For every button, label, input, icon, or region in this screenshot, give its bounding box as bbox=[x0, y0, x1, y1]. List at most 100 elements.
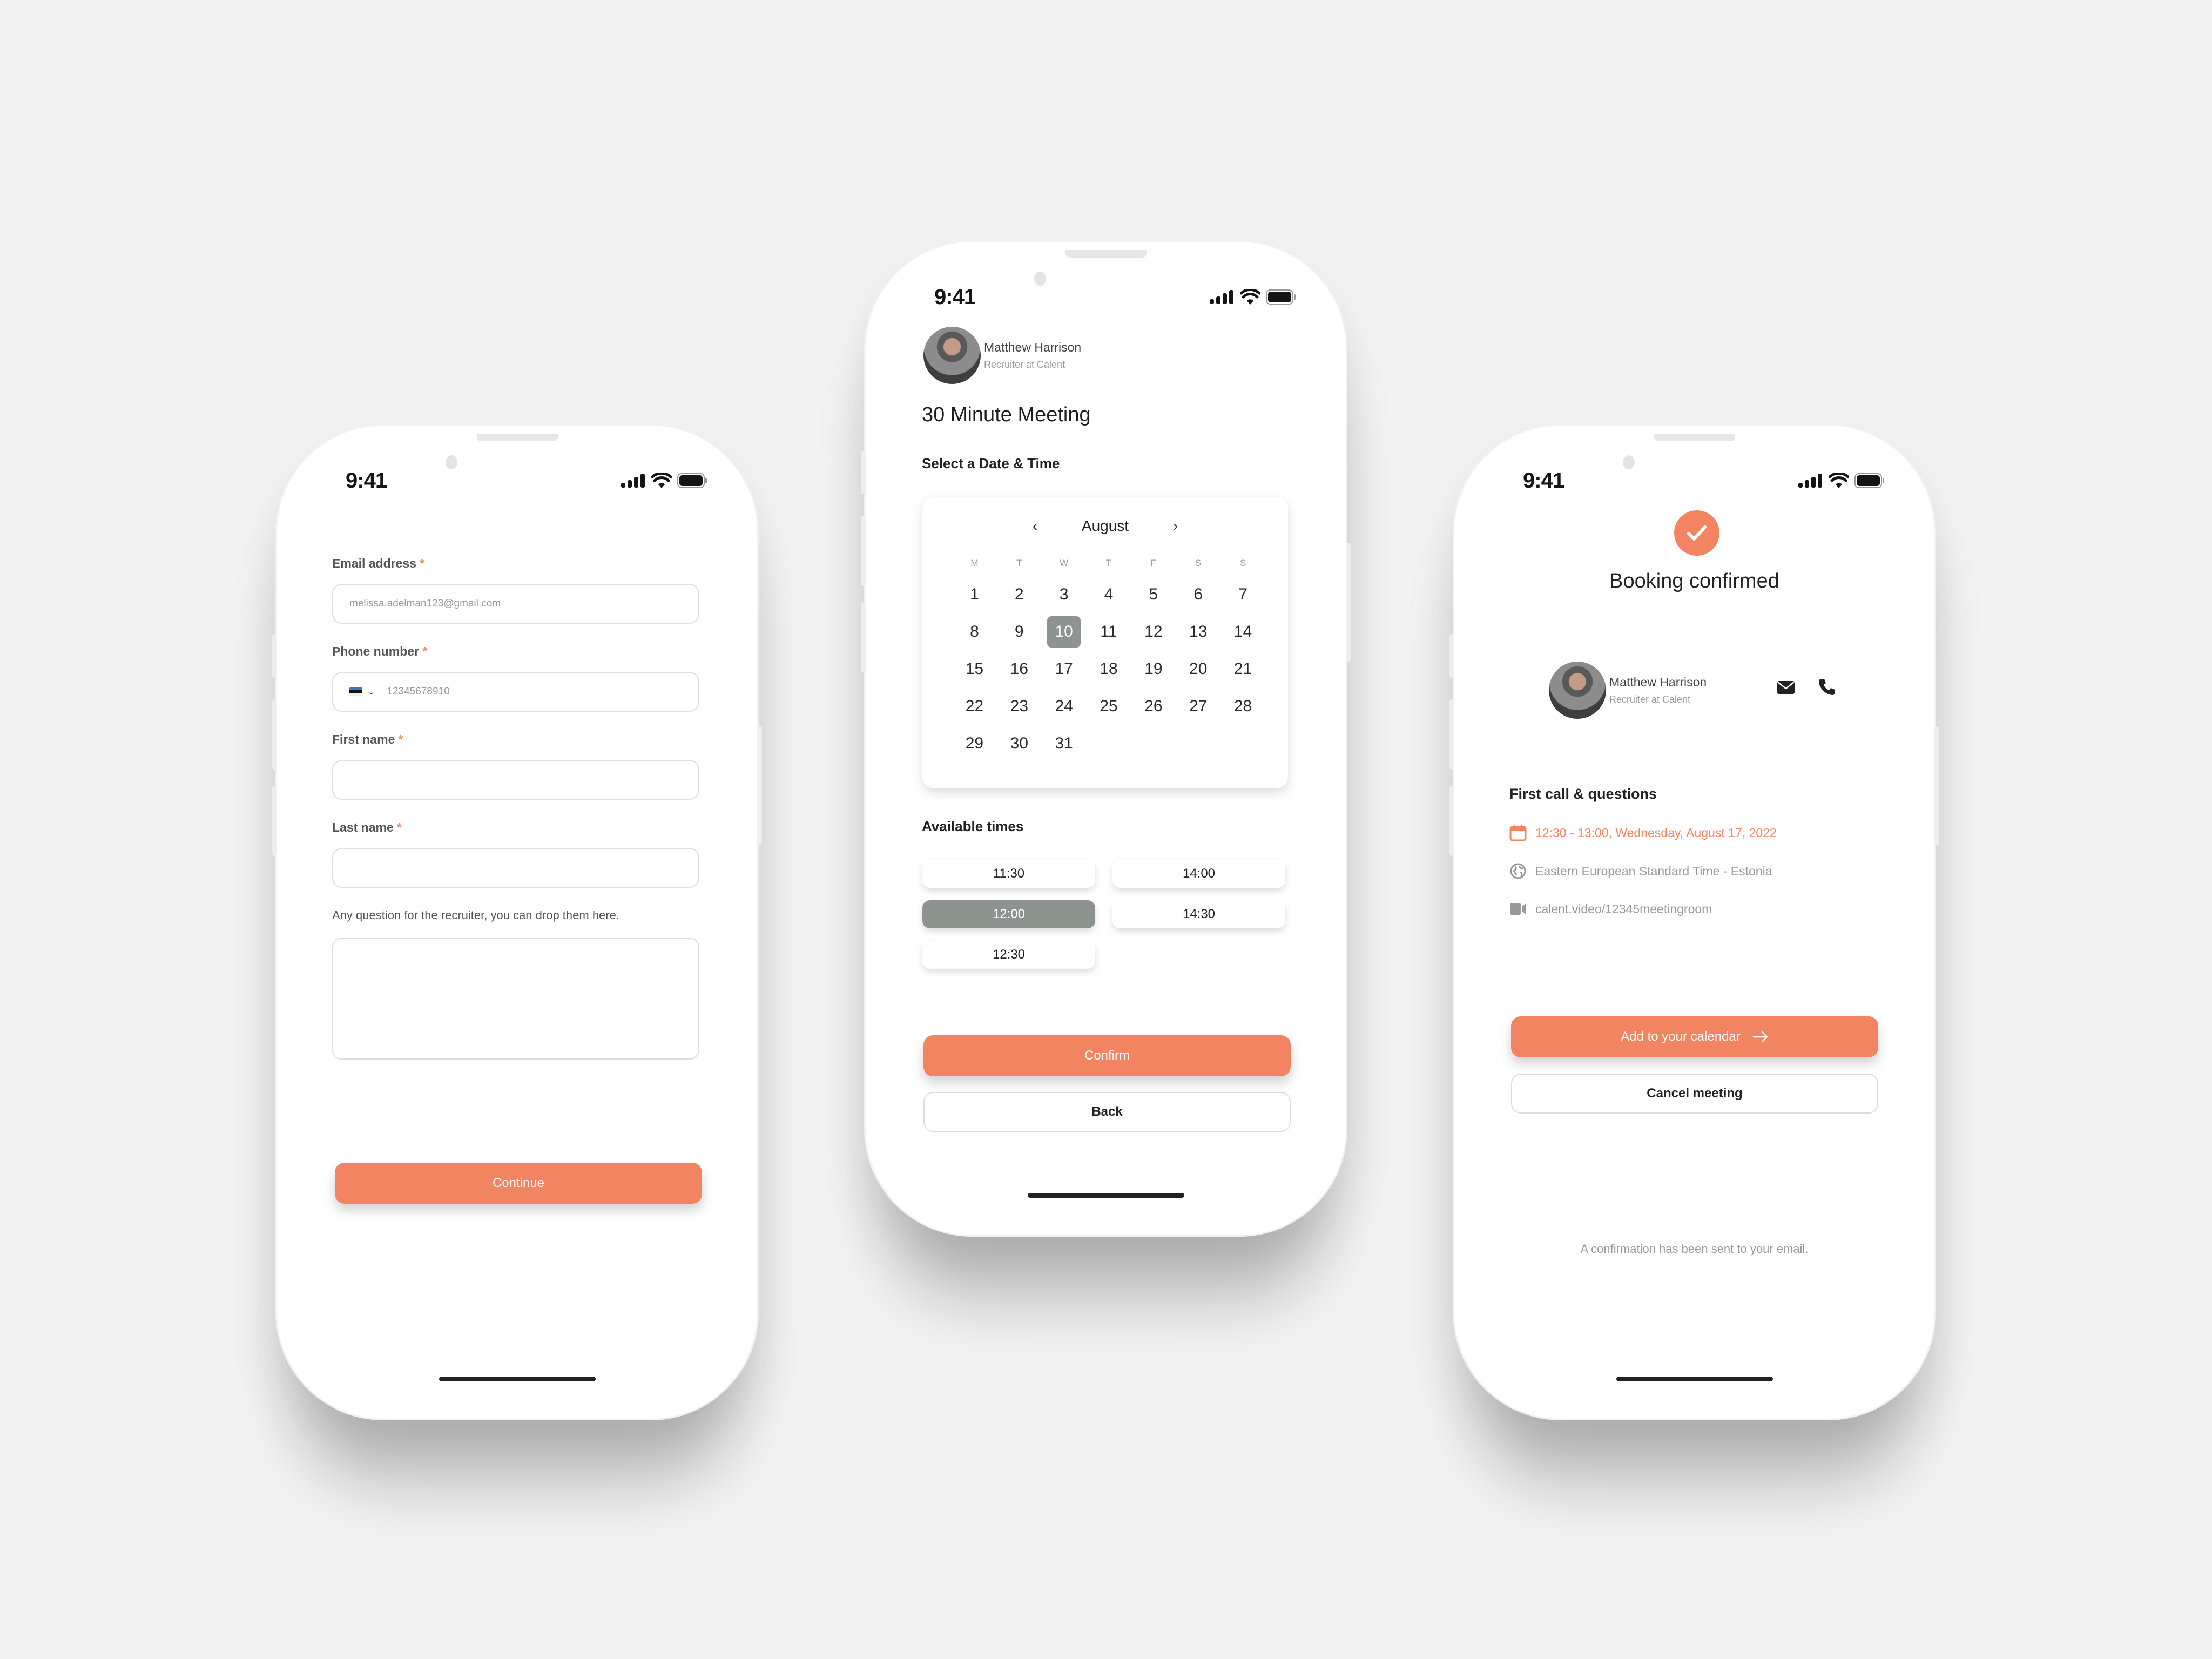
continue-button[interactable]: Continue bbox=[335, 1163, 702, 1204]
time-slot[interactable]: 14:00 bbox=[1112, 860, 1285, 888]
speaker-grille bbox=[1065, 250, 1147, 258]
recruiter-avatar bbox=[1549, 662, 1606, 719]
calendar-day-number: 22 bbox=[965, 697, 984, 715]
home-indicator[interactable] bbox=[1616, 1377, 1773, 1381]
time-slot-list: 11:30 14:00 12:00 14:30 12:30 bbox=[922, 860, 1290, 969]
wifi-icon bbox=[1240, 289, 1260, 305]
speaker-grille bbox=[1654, 434, 1735, 441]
phone-icon[interactable] bbox=[1818, 678, 1836, 696]
calendar-day[interactable]: 9 bbox=[997, 613, 1042, 650]
mute-switch bbox=[861, 451, 865, 494]
event-datetime: 12:30 - 13:00, Wednesday, August 17, 202… bbox=[1535, 825, 1777, 840]
arrow-right-icon bbox=[1752, 1031, 1768, 1043]
calendar-day[interactable]: 19 bbox=[1131, 650, 1176, 687]
calendar-day[interactable]: 2 bbox=[997, 576, 1042, 613]
success-check-icon bbox=[1674, 510, 1719, 556]
calendar-day[interactable]: 12 bbox=[1131, 613, 1176, 650]
calendar-day[interactable]: 20 bbox=[1176, 650, 1220, 687]
phone-input[interactable]: ⌄ 12345678910 bbox=[332, 672, 699, 712]
calendar-day[interactable]: 29 bbox=[952, 725, 997, 762]
time-slot[interactable]: 12:30 bbox=[922, 941, 1095, 969]
phone-placeholder: 12345678910 bbox=[387, 686, 450, 697]
last-name-label: Last name * bbox=[332, 820, 402, 834]
calendar-day-number: 21 bbox=[1233, 659, 1252, 678]
calendar-day-number: 31 bbox=[1055, 734, 1073, 752]
confirm-button[interactable]: Confirm bbox=[923, 1035, 1291, 1076]
calendar-day[interactable]: 31 bbox=[1042, 725, 1087, 762]
status-icons bbox=[1798, 473, 1885, 488]
email-label: Email address * bbox=[332, 556, 424, 570]
time-slot-selected[interactable]: 12:00 bbox=[922, 900, 1095, 928]
calendar-day[interactable]: 11 bbox=[1087, 613, 1131, 650]
calendar-header: ‹ August › bbox=[922, 517, 1288, 535]
calendar-day[interactable]: 30 bbox=[997, 725, 1042, 762]
calendar-day[interactable]: 25 bbox=[1087, 687, 1131, 725]
add-to-calendar-button[interactable]: Add to your calendar bbox=[1511, 1016, 1878, 1057]
calendar-day-number: 13 bbox=[1189, 622, 1208, 640]
signal-icon bbox=[1798, 474, 1822, 488]
calendar-day[interactable]: 1 bbox=[952, 576, 997, 613]
calendar-day[interactable]: 21 bbox=[1220, 650, 1265, 687]
weekday-label: F bbox=[1150, 558, 1157, 568]
status-time: 9:41 bbox=[934, 285, 976, 309]
back-button[interactable]: Back bbox=[923, 1092, 1291, 1132]
time-slot[interactable]: 11:30 bbox=[922, 860, 1095, 888]
contact-actions bbox=[1777, 678, 1836, 696]
calendar-day-number: 15 bbox=[965, 659, 984, 678]
volume-up-button bbox=[1449, 699, 1454, 770]
calendar-day[interactable]: 18 bbox=[1087, 650, 1131, 687]
event-datetime-row: 12:30 - 13:00, Wednesday, August 17, 202… bbox=[1509, 824, 1777, 842]
calendar-day[interactable]: 6 bbox=[1176, 576, 1220, 613]
calendar-day-number: 14 bbox=[1233, 622, 1252, 640]
last-name-input[interactable] bbox=[332, 848, 699, 888]
recruiter-role: Recruiter at Calent bbox=[984, 359, 1065, 370]
calendar-day[interactable]: 26 bbox=[1131, 687, 1176, 725]
calendar-day[interactable]: 13 bbox=[1176, 613, 1220, 650]
calendar-day-number: 2 bbox=[1014, 585, 1024, 603]
calendar-day-number: 30 bbox=[1010, 734, 1028, 752]
wifi-icon bbox=[651, 473, 672, 488]
battery-icon bbox=[677, 473, 707, 488]
calendar-day[interactable]: 7 bbox=[1220, 576, 1265, 613]
home-indicator[interactable] bbox=[1027, 1193, 1184, 1198]
calendar-day[interactable]: 17 bbox=[1042, 650, 1087, 687]
calendar-day[interactable]: 3 bbox=[1042, 576, 1087, 613]
next-month-chevron-icon[interactable]: › bbox=[1165, 517, 1186, 535]
calendar-day[interactable]: 14 bbox=[1220, 613, 1265, 650]
calendar-day[interactable]: 27 bbox=[1176, 687, 1220, 725]
phone-label: Phone number * bbox=[332, 644, 427, 658]
estonia-flag-icon[interactable] bbox=[349, 687, 362, 696]
calendar-day[interactable]: 16 bbox=[997, 650, 1042, 687]
calendar-day[interactable]: 15 bbox=[952, 650, 997, 687]
email-icon[interactable] bbox=[1777, 679, 1795, 694]
question-textarea[interactable] bbox=[332, 938, 699, 1060]
cancel-meeting-button[interactable]: Cancel meeting bbox=[1511, 1074, 1878, 1114]
event-video-link[interactable]: calent.video/12345meetingroom bbox=[1535, 902, 1712, 916]
first-name-label: First name * bbox=[332, 732, 403, 746]
calendar-day[interactable]: 28 bbox=[1220, 687, 1265, 725]
calendar-day[interactable]: 24 bbox=[1042, 687, 1087, 725]
event-timezone-row: Eastern European Standard Time - Estonia bbox=[1509, 862, 1772, 880]
calendar-day[interactable]: 5 bbox=[1131, 576, 1176, 613]
prev-month-chevron-icon[interactable]: ‹ bbox=[1024, 517, 1046, 535]
calendar-day-number: 5 bbox=[1149, 585, 1158, 603]
weekday-label: S bbox=[1195, 558, 1202, 568]
booking-confirmed-title: Booking confirmed bbox=[1609, 570, 1779, 592]
calendar-day-selected[interactable]: 10 bbox=[1042, 613, 1087, 650]
calendar-day[interactable]: 22 bbox=[952, 687, 997, 725]
home-indicator[interactable] bbox=[439, 1377, 596, 1381]
email-input[interactable]: melissa.adelman123@gmail.com bbox=[332, 584, 699, 624]
phone-confirmation-screen: 9:41 Booking confirmed Matthew Harrison … bbox=[1449, 424, 1939, 1420]
calendar-day-number: 25 bbox=[1100, 697, 1118, 715]
contact-form: Email address * melissa.adelman123@gmail.… bbox=[332, 556, 699, 1080]
calendar-day[interactable]: 8 bbox=[952, 613, 997, 650]
calendar-day-number: 3 bbox=[1059, 585, 1069, 603]
calendar-day-number: 26 bbox=[1144, 697, 1163, 715]
calendar-day[interactable]: 4 bbox=[1087, 576, 1131, 613]
calendar-day-number: 24 bbox=[1055, 697, 1073, 715]
calendar-day[interactable]: 23 bbox=[997, 687, 1042, 725]
first-name-input[interactable] bbox=[332, 760, 699, 800]
country-dropdown-chevron-icon[interactable]: ⌄ bbox=[368, 686, 375, 697]
status-bar: 9:41 bbox=[934, 281, 1296, 313]
time-slot[interactable]: 14:30 bbox=[1112, 900, 1285, 928]
